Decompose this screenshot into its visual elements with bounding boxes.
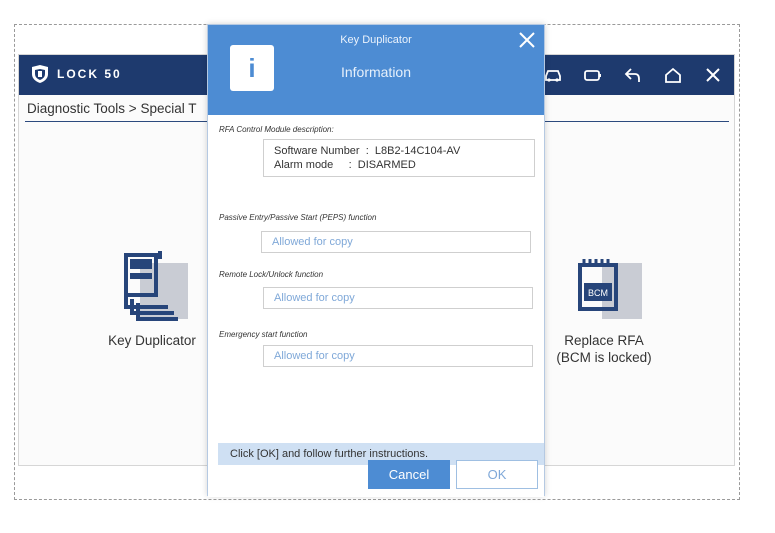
dialog-subtitle: Information: [340, 64, 412, 80]
dialog-header: Key Duplicator i Information: [208, 25, 544, 115]
remote-lock-label: Remote Lock/Unlock function: [219, 270, 324, 279]
information-dialog: Key Duplicator i Information RFA Control…: [207, 24, 545, 497]
alarm-mode-line: Alarm mode : DISARMED: [274, 159, 416, 171]
tile-label-line-1: Replace RFA: [564, 333, 644, 348]
tile-label-line-2: (BCM is locked): [556, 350, 652, 365]
remote-lock-value: Allowed for copy: [263, 287, 533, 309]
bcm-module-icon: BCM: [578, 259, 642, 319]
battery-icon[interactable]: [580, 63, 606, 87]
emergency-start-label: Emergency start function: [219, 330, 308, 339]
key-duplicator-icon: [124, 251, 188, 321]
back-icon[interactable]: [620, 63, 646, 87]
dialog-close-icon[interactable]: [516, 29, 538, 51]
tile-label-key-duplicator: Key Duplicator: [108, 333, 196, 348]
brand-name: LOCK 50: [57, 67, 122, 81]
tile-key-duplicator[interactable]: Key Duplicator: [97, 251, 207, 349]
software-number-line: Software Number : L8B2-14C104-AV: [274, 145, 461, 157]
breadcrumb[interactable]: Diagnostic Tools > Special T: [27, 101, 196, 116]
bcm-chip-label: BCM: [588, 288, 608, 298]
tile-replace-rfa[interactable]: BCM Replace RFA (BCM is locked): [549, 251, 659, 366]
shield-logo-icon: [32, 65, 48, 83]
emergency-start-value: Allowed for copy: [263, 345, 533, 367]
toolbar-icons: [540, 63, 726, 87]
brand-logo: LOCK 50: [29, 64, 122, 84]
ok-button[interactable]: OK: [456, 460, 538, 489]
peps-function-label: Passive Entry/Passive Start (PEPS) funct…: [219, 213, 377, 222]
peps-function-value: Allowed for copy: [261, 231, 531, 253]
cancel-button[interactable]: Cancel: [368, 460, 450, 489]
dialog-body: RFA Control Module description: Software…: [208, 115, 544, 497]
close-icon[interactable]: [700, 63, 726, 87]
rfa-description-label: RFA Control Module description:: [219, 125, 334, 134]
rfa-description-box: Software Number : L8B2-14C104-AV Alarm m…: [263, 139, 535, 177]
tile-label-replace-rfa: Replace RFA (BCM is locked): [549, 332, 659, 366]
home-icon[interactable]: [660, 63, 686, 87]
